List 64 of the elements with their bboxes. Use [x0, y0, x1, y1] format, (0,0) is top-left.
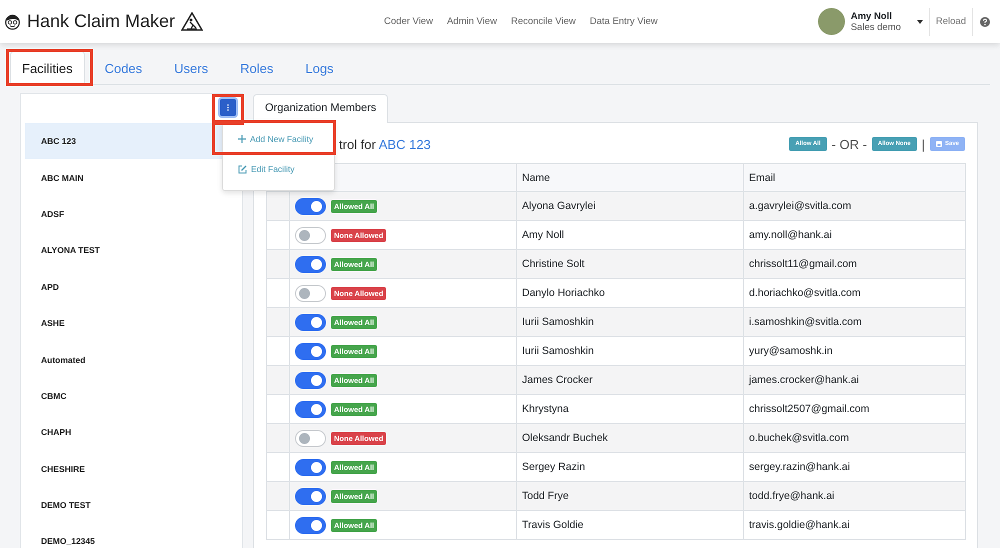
facility-item[interactable]: APD: [25, 268, 242, 305]
nav-link[interactable]: Reconcile View: [510, 16, 576, 27]
table-cell: James Crocker: [516, 366, 744, 394]
table-cell: Oleksandr Buchek: [516, 424, 744, 452]
facility-item[interactable]: ADSF: [25, 196, 242, 232]
reload-button[interactable]: Reload: [930, 16, 972, 27]
toggle-switch[interactable]: [295, 256, 326, 272]
toggle-switch[interactable]: [295, 372, 326, 388]
panel-title: trol for ABC 123: [339, 136, 432, 152]
toggle-switch[interactable]: [295, 488, 326, 504]
toggle-switch[interactable]: [295, 314, 326, 330]
floppy-disk-icon: [936, 141, 942, 147]
facility-item[interactable]: ASHE: [25, 304, 242, 342]
tab[interactable]: Codes: [92, 51, 154, 85]
toggle-switch[interactable]: [295, 198, 326, 214]
tab[interactable]: Users: [162, 51, 220, 85]
facility-item[interactable]: Automated: [25, 341, 242, 378]
edit-icon: [238, 164, 247, 174]
table-cell: james.crocker@hank.ai: [744, 366, 966, 394]
plus-icon: [238, 135, 246, 143]
avatar-photo: [818, 8, 845, 35]
table-cell: travis.goldie@hank.ai: [744, 510, 966, 540]
tab[interactable]: Logs: [293, 51, 346, 85]
table-cell: o.buchek@svitla.com: [744, 424, 966, 452]
table-cell: Christine Solt: [516, 250, 744, 278]
toggle-switch[interactable]: [295, 516, 326, 534]
facility-item[interactable]: CHAPH: [25, 414, 242, 451]
toggle-switch[interactable]: [295, 226, 326, 244]
column-header: Email: [744, 164, 966, 192]
nav-link[interactable]: Coder View: [384, 16, 433, 27]
table-cell: Iurii Samoshkin: [516, 308, 744, 336]
toggle-switch[interactable]: [295, 342, 326, 360]
table-cell: Todd Frye: [516, 482, 744, 510]
facility-item[interactable]: CHESHIRE: [25, 450, 242, 487]
table-cell: Travis Goldie: [516, 510, 744, 540]
caret-icon[interactable]: [914, 18, 925, 24]
nav-link[interactable]: Admin View: [446, 16, 497, 27]
panel-tab[interactable]: Organization Members: [253, 94, 388, 123]
toggle-switch[interactable]: [295, 458, 326, 476]
construction-sign-icon: [181, 12, 204, 31]
user-name: Amy Noll: [850, 10, 893, 22]
tab[interactable]: Facilities: [10, 51, 85, 85]
column-header: Name: [516, 164, 744, 192]
separator: |: [922, 136, 925, 152]
toggle-switch[interactable]: [295, 400, 326, 418]
facility-item[interactable]: DEMO TEST: [25, 486, 242, 524]
or-label: - OR -: [832, 136, 867, 152]
table-cell: todd.frye@hank.ai: [744, 482, 966, 510]
menu-button[interactable]: [220, 99, 236, 116]
toggle-switch[interactable]: [295, 430, 326, 446]
table-cell: a.gavrylei@svitla.com: [744, 192, 966, 220]
nav-link[interactable]: Data Entry View: [590, 16, 658, 27]
table-cell: Alyona Gavrylei: [516, 192, 744, 220]
user-subtitle: Sales demo: [850, 22, 901, 32]
table-cell: i.samoshkin@svitla.com: [744, 308, 966, 336]
cartoon-face-logo-icon: [4, 13, 21, 30]
facility-item[interactable]: ALYONA TEST: [25, 232, 242, 269]
toggle-switch[interactable]: [295, 284, 326, 302]
help-icon[interactable]: [980, 16, 990, 26]
table-cell: chrissolt11@gmail.com: [744, 250, 966, 278]
facility-item[interactable]: DEMO_12345: [25, 523, 242, 548]
facility-item[interactable]: CBMC: [25, 378, 242, 414]
app-title: Hank Claim Maker: [27, 11, 176, 32]
tab[interactable]: Roles: [228, 51, 286, 85]
